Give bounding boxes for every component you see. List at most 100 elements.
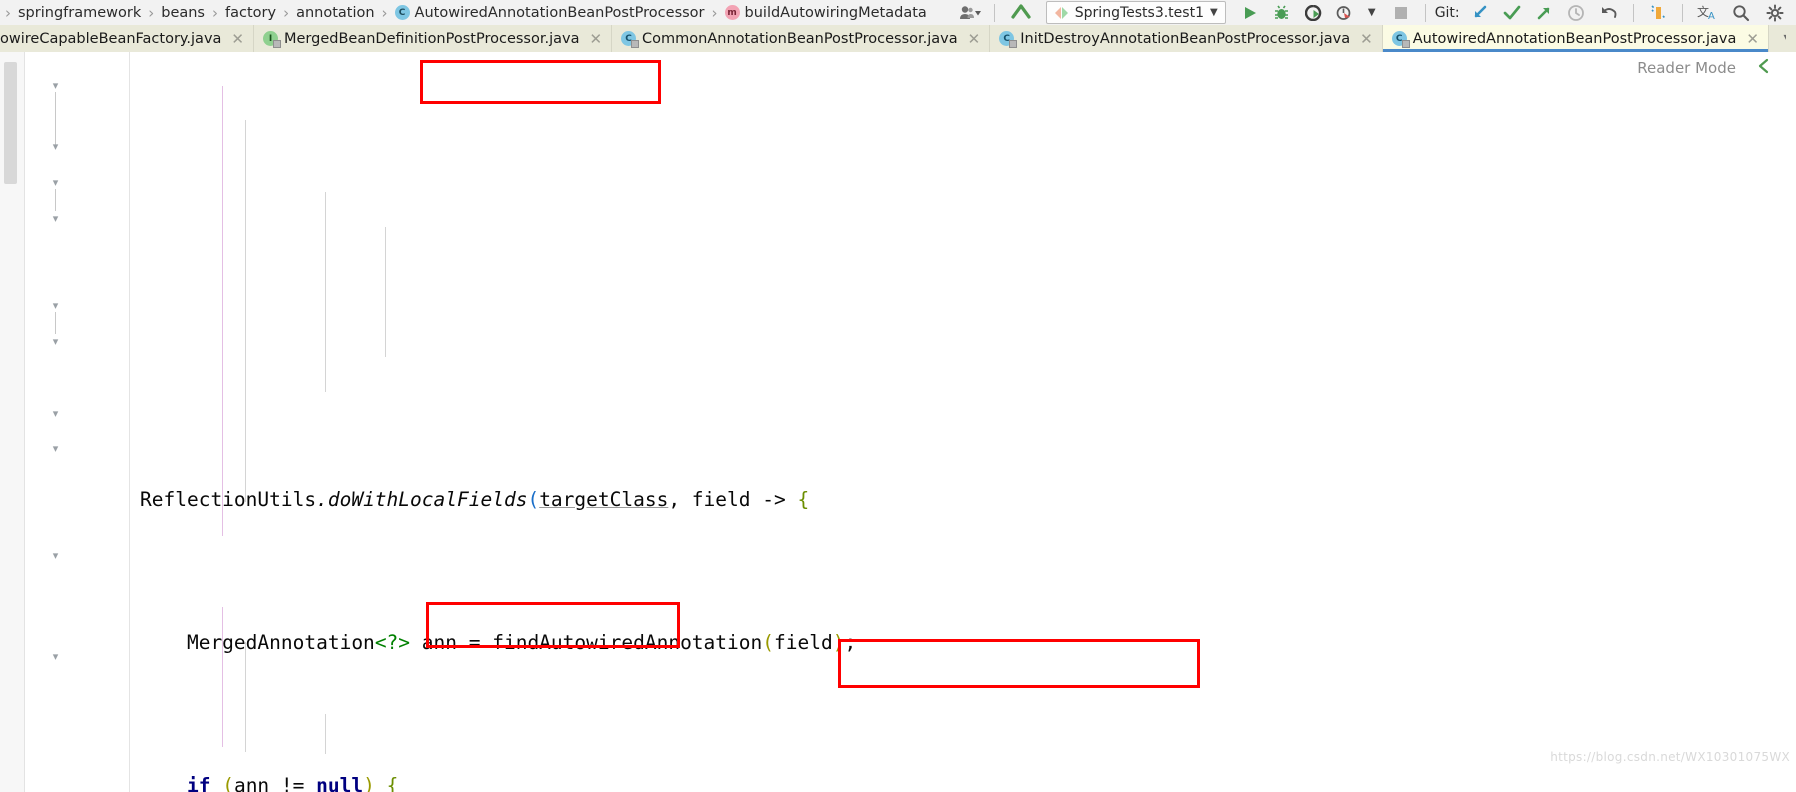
navigation-toolbar: › springframework › beans › factory › an…	[0, 0, 1796, 26]
fold-marker[interactable]: ▾	[49, 407, 62, 420]
class-icon: C	[1391, 31, 1410, 48]
fold-marker[interactable]: ▾	[49, 79, 62, 92]
toolbar-divider	[1681, 3, 1683, 22]
fold-marker[interactable]: ▾	[49, 299, 62, 312]
editor-gutter[interactable]: ▾ ▾ ▾ ▾ ▾ ▾ ▾ ▾ ▾ ▾	[25, 52, 130, 792]
tab-autowired-annotation-bean-post-processor[interactable]: C AutowiredAnnotationBeanPostProcessor.j…	[1382, 25, 1769, 52]
tab-merged-bean-definition-post-processor[interactable]: I MergedBeanDefinitionPostProcessor.java…	[254, 25, 613, 52]
run-config-icon	[1054, 6, 1069, 20]
close-icon[interactable]: ✕	[1360, 30, 1373, 48]
tab-awire-capable-bean-factory[interactable]: owireCapableBeanFactory.java ✕	[0, 25, 254, 52]
fold-region-line	[55, 189, 56, 211]
close-icon[interactable]: ✕	[589, 30, 602, 48]
code-text: ReflectionUtils	[140, 487, 317, 511]
watermark: https://blog.csdn.net/WX10301075WX	[1550, 750, 1790, 764]
close-icon[interactable]: ✕	[1746, 30, 1759, 48]
tab-init-destroy-annotation-bean-post-processor[interactable]: C InitDestroyAnnotationBeanPostProcessor…	[990, 25, 1383, 52]
code-line: MergedAnnotation<?> ann = findAutowiredA…	[140, 630, 857, 654]
run-configuration-selector[interactable]: SpringTests3.test1 ▼	[1045, 1, 1226, 24]
toolbar-divider	[993, 3, 995, 22]
class-icon: C	[999, 31, 1018, 48]
breadcrumb-label: springframework	[18, 4, 142, 21]
toolbar-divider	[1632, 3, 1634, 22]
tab-label: MergedBeanDefinitionPostProcessor.java	[284, 30, 580, 47]
breadcrumb-separator: ›	[711, 3, 718, 22]
tabbar-right-edge	[1786, 25, 1796, 52]
stop-icon	[1384, 2, 1418, 23]
breadcrumb-label: annotation	[296, 4, 375, 21]
breadcrumb-separator: ›	[5, 3, 11, 22]
close-icon[interactable]: ✕	[231, 30, 244, 48]
indent-guide	[325, 714, 326, 754]
code-line: ReflectionUtils.doWithLocalFields(target…	[140, 487, 810, 511]
breadcrumb-item-class[interactable]: C AutowiredAnnotationBeanPostProcessor	[391, 0, 709, 25]
commit-checkmark-icon[interactable]	[1496, 2, 1528, 23]
fold-marker[interactable]: ▾	[49, 650, 62, 663]
push-arrow-icon[interactable]	[1528, 2, 1560, 23]
code-line: if (ann != null) {	[186, 773, 399, 792]
breadcrumb-item-beans[interactable]: beans	[157, 0, 209, 25]
method-icon: m	[724, 5, 740, 20]
tab-label: CommonAnnotationBeanPostProcessor.java	[642, 30, 958, 47]
highlight-icon[interactable]	[1641, 2, 1675, 23]
breadcrumb-label: buildAutowiringMetadata	[744, 4, 927, 21]
scrollbar-thumb[interactable]	[4, 62, 17, 184]
chevron-down-icon[interactable]: ▼	[1360, 2, 1384, 23]
breadcrumb-separator: ›	[381, 3, 388, 22]
indent-guide	[325, 192, 326, 392]
translate-icon[interactable]: 文 A	[1690, 2, 1724, 23]
fold-marker[interactable]: ▾	[49, 549, 62, 562]
history-clock-icon[interactable]	[1560, 2, 1592, 23]
user-profile-icon[interactable]	[953, 2, 987, 23]
breadcrumb-separator: ›	[283, 3, 290, 22]
breadcrumb-separator: ›	[212, 3, 218, 22]
fold-marker[interactable]: ▾	[49, 140, 62, 153]
indent-guide	[245, 120, 246, 502]
breadcrumb: › springframework › beans › factory › an…	[0, 0, 931, 25]
fold-marker[interactable]: ▾	[49, 212, 62, 225]
tab-label: AutowiredAnnotationBeanPostProcessor.jav…	[1412, 30, 1737, 47]
fold-marker[interactable]: ▾	[49, 442, 62, 455]
breadcrumb-label: beans	[161, 4, 205, 21]
class-icon: C	[394, 5, 410, 20]
editor-tab-bar: owireCapableBeanFactory.java ✕ I MergedB…	[0, 25, 1796, 52]
fold-region-line	[55, 312, 56, 334]
chevron-down-icon[interactable]: ▼	[1210, 7, 1218, 18]
run-icon[interactable]	[1234, 2, 1266, 23]
search-icon[interactable]	[1724, 2, 1758, 23]
code-text: .doWithLocalFields	[316, 487, 528, 511]
breadcrumb-item-springframework[interactable]: springframework	[14, 0, 145, 25]
toolbar-divider	[1424, 3, 1426, 22]
debug-icon[interactable]	[1266, 2, 1298, 23]
breadcrumb-item-annotation[interactable]: annotation	[292, 0, 378, 25]
back-arrow-icon[interactable]	[1002, 2, 1040, 23]
editor-left-scrollbar[interactable]	[0, 52, 25, 792]
breadcrumb-label: factory	[225, 4, 277, 21]
breadcrumb-item-method[interactable]: m buildAutowiringMetadata	[721, 0, 931, 25]
git-label: Git:	[1434, 4, 1460, 21]
class-icon: C	[621, 31, 640, 48]
code-editor[interactable]: Reader Mode ▾ ▾ ▾ ▾ ▾ ▾ ▾ ▾ ▾ ▾ Reflecti…	[0, 52, 1796, 792]
gutter-border	[129, 52, 130, 792]
tab-label: InitDestroyAnnotationBeanPostProcessor.j…	[1020, 30, 1351, 47]
breadcrumb-separator: ›	[148, 3, 155, 22]
gear-icon[interactable]	[1758, 2, 1792, 23]
run-config-label: SpringTests3.test1	[1074, 4, 1204, 21]
fold-region-line	[55, 92, 56, 147]
breadcrumb-label: AutowiredAnnotationBeanPostProcessor	[414, 4, 705, 21]
code-content[interactable]: ReflectionUtils.doWithLocalFields(target…	[140, 52, 1796, 792]
close-icon[interactable]: ✕	[968, 30, 981, 48]
tab-label: owireCapableBeanFactory.java	[0, 30, 222, 47]
profile-icon[interactable]	[1330, 2, 1360, 23]
interface-icon: I	[263, 31, 281, 48]
fold-marker[interactable]: ▾	[49, 335, 62, 348]
breadcrumb-item-factory[interactable]: factory	[221, 0, 280, 25]
svg-text:A: A	[1708, 11, 1715, 22]
fold-marker[interactable]: ▾	[49, 176, 62, 189]
indent-guide	[385, 227, 386, 357]
update-project-icon[interactable]	[1464, 2, 1496, 23]
run-coverage-icon[interactable]	[1298, 2, 1330, 23]
undo-rollback-icon[interactable]	[1592, 2, 1626, 23]
tab-common-annotation-bean-post-processor[interactable]: C CommonAnnotationBeanPostProcessor.java…	[612, 25, 991, 52]
ide-window: › springframework › beans › factory › an…	[0, 0, 1796, 792]
